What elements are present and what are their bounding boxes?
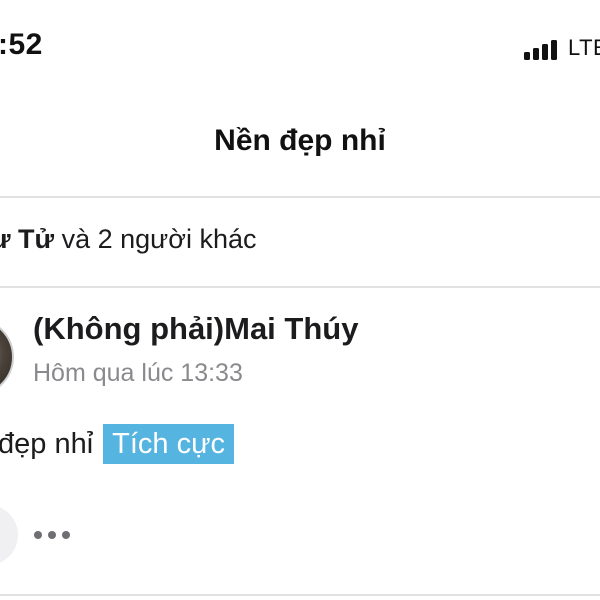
likes-summary[interactable]: ư Tử và 2 người khác: [0, 224, 257, 255]
comment-thread-screen: :52 LTE Nền đẹp nhỉ ư Tử và 2 người khác…: [0, 0, 600, 600]
page-title: Nền đẹp nhỉ: [214, 124, 386, 157]
status-time: :52: [0, 28, 43, 61]
comment-text: đẹp nhỉ: [0, 427, 94, 460]
header-divider: [0, 196, 600, 198]
comment-body: đẹp nhỉ Tích cực: [0, 424, 235, 464]
reaction-button[interactable]: [0, 505, 18, 565]
comment-timestamp: Hôm qua lúc 13:33: [33, 359, 243, 387]
cellular-signal-icon: [524, 38, 564, 60]
likes-others: và 2 người khác: [54, 224, 257, 254]
more-dots-icon[interactable]: [34, 531, 72, 541]
network-type: LTE: [568, 35, 600, 60]
avatar[interactable]: [0, 318, 14, 396]
likes-divider: [0, 286, 600, 288]
bottom-divider: [0, 594, 600, 596]
sentiment-tag: Tích cực: [103, 424, 235, 464]
comment-author[interactable]: (Không phải)Mai Thúy: [33, 311, 358, 347]
likes-names[interactable]: ư Tử: [0, 224, 54, 254]
status-bar: :52 LTE: [0, 0, 600, 100]
